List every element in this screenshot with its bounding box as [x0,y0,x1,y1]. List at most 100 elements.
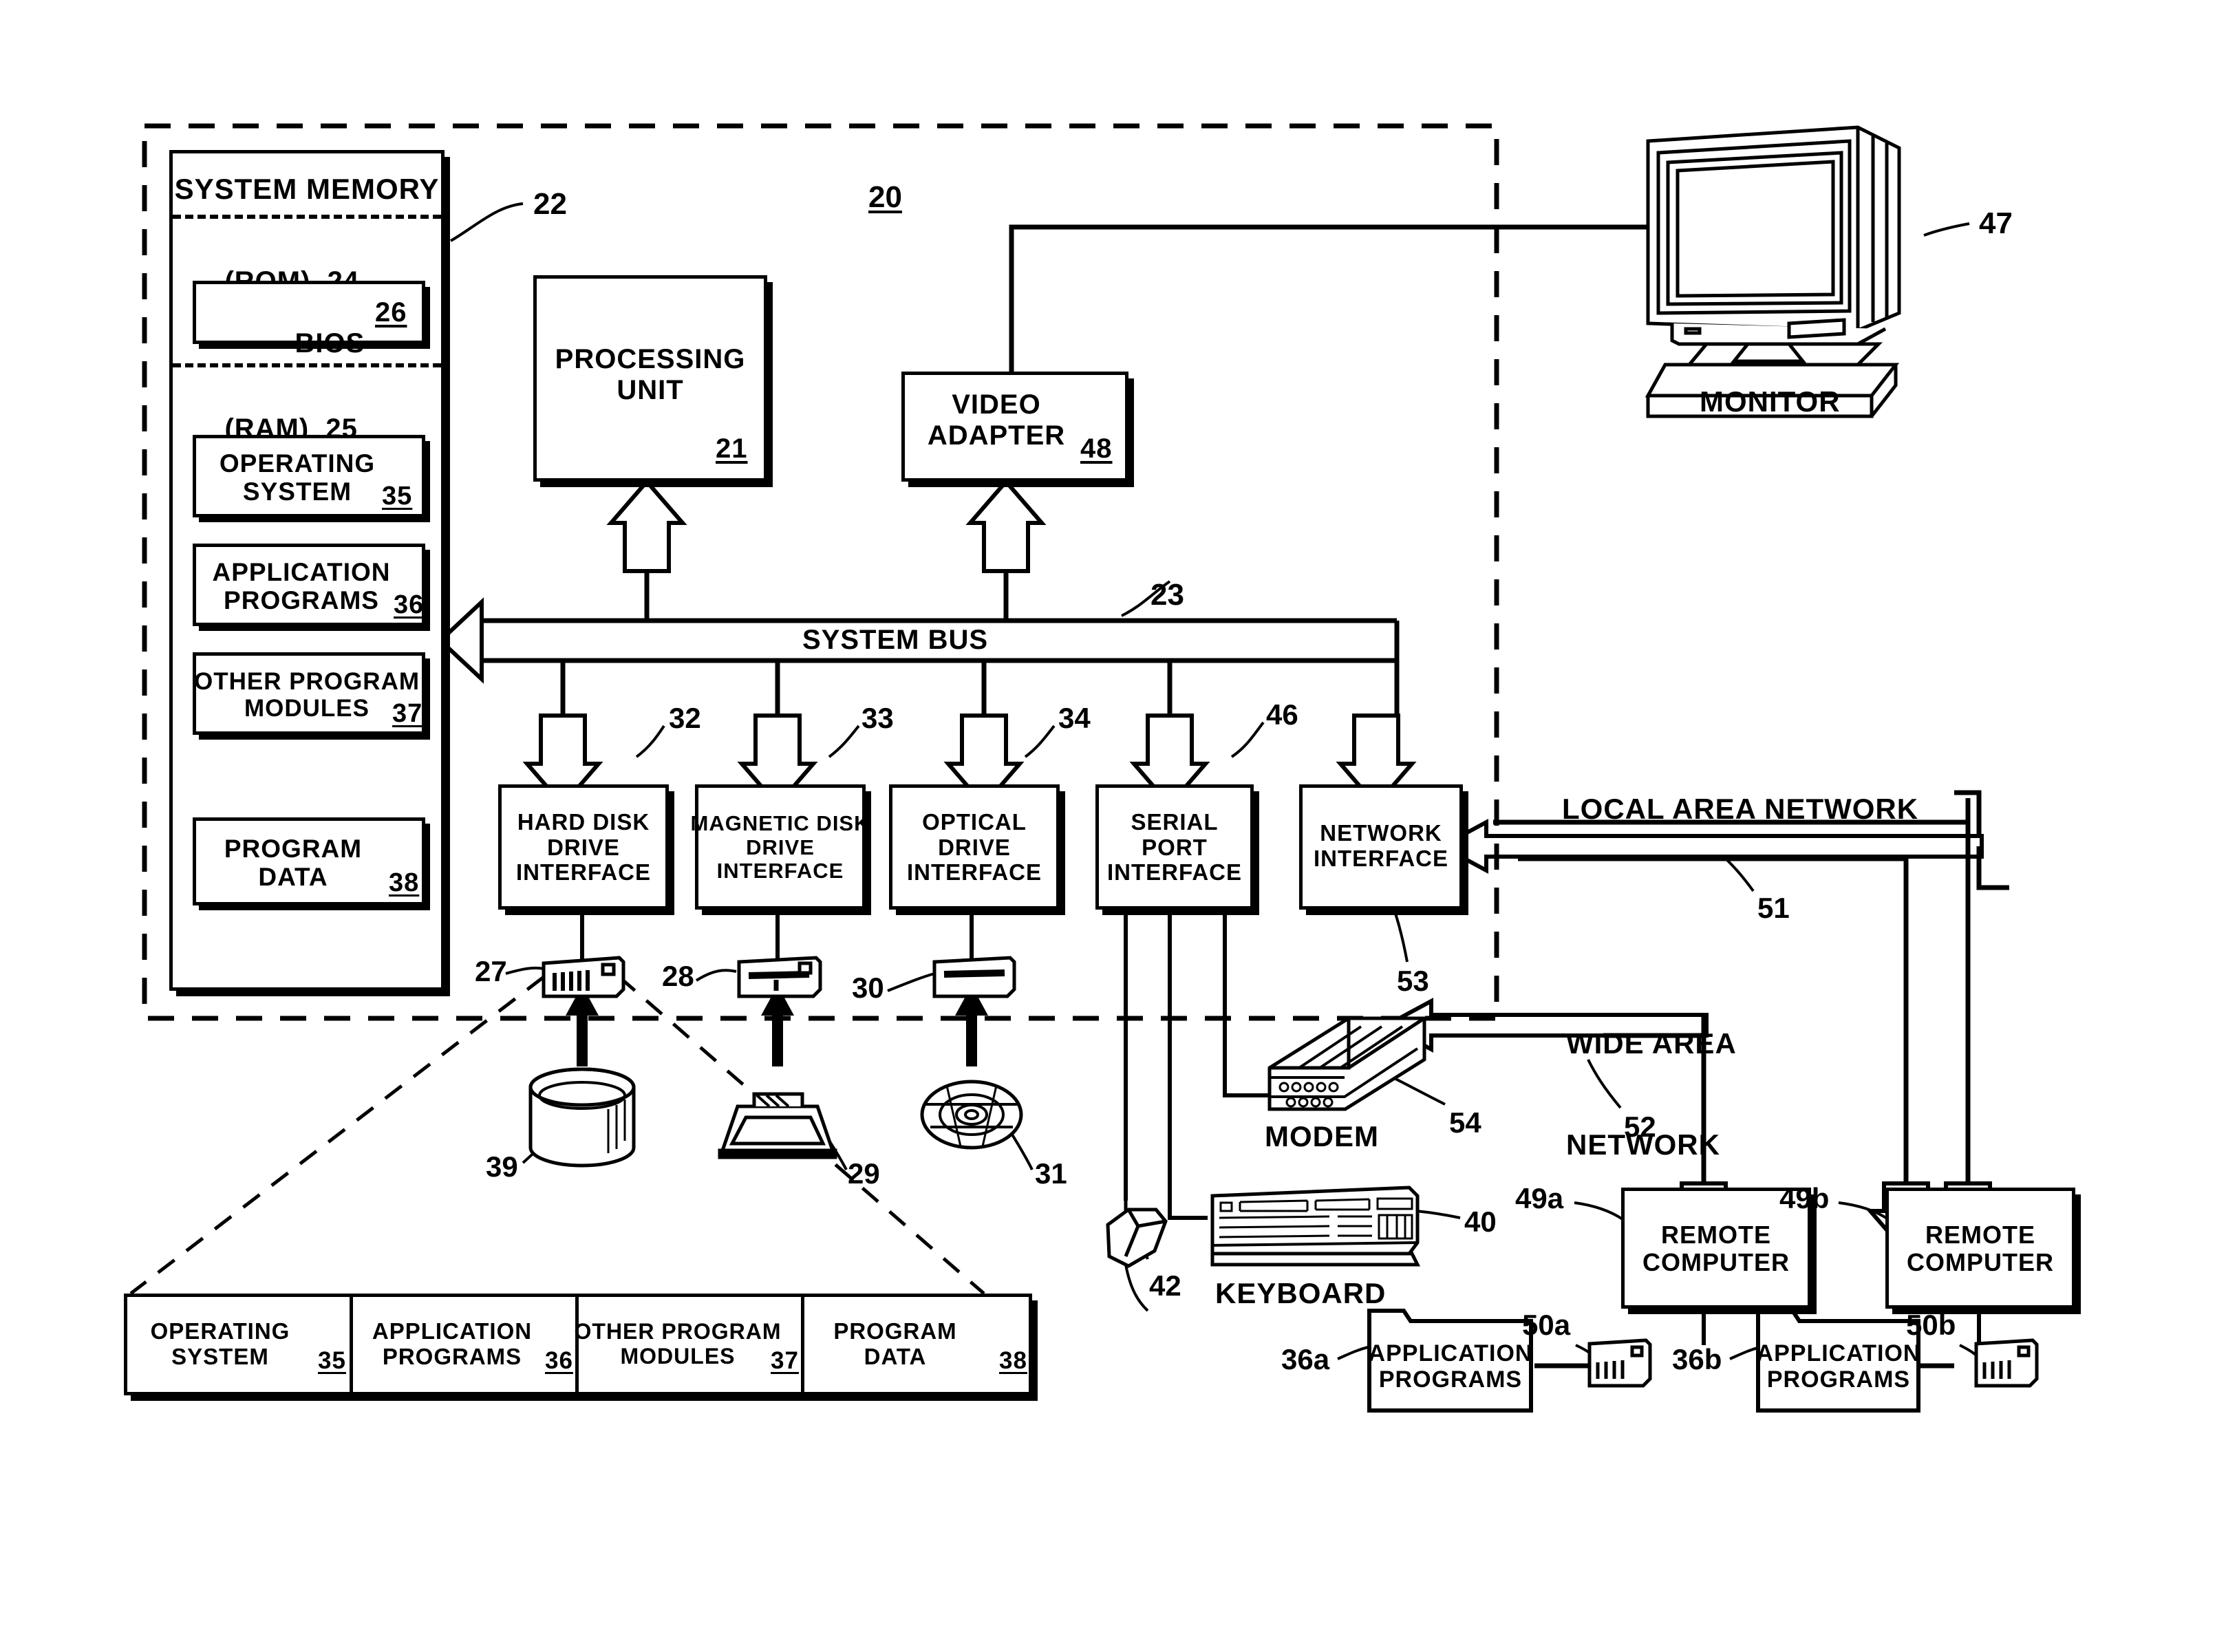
mod-os-l1: OPERATING [219,449,376,478]
strip-cell-apps: APPLICATION PROGRAMS [352,1305,552,1384]
if3-l1: SERIAL [1131,808,1219,835]
rc-a-app-l2: PROGRAMS [1378,1366,1523,1393]
lan-label: LOCAL AREA NETWORK [1562,793,1919,825]
if1-l2: DRIVE [746,835,815,859]
bus-to-memory-arrow [437,597,484,684]
memory-module-apps-label: APPLICATION PROGRAMS [191,550,411,622]
if2-l2: DRIVE [938,834,1011,860]
processing-unit-ref: 21 [716,433,748,464]
odd-media-ref-31: 31 [1035,1157,1067,1190]
remote-computer-a-ref-49a: 49a [1515,1182,1564,1214]
video-l1: VIDEO [952,389,1041,420]
if0-l1: HARD DISK [517,808,650,835]
memory-divider-2 [173,363,441,367]
hard-disk-drive-bay-icon [542,956,625,998]
serial-to-keyboard-line [1168,908,1208,1220]
odd-device-ref-30: 30 [852,972,884,1004]
monitor-illustration [1645,125,1901,418]
mod-dat-l2: DATA [258,863,328,891]
memory-module-data-label: PROGRAM DATA [190,826,396,900]
if4-l1: NETWORK [1320,820,1442,846]
system-ref-20: 20 [868,180,902,214]
fdd-media-ref-29: 29 [848,1157,880,1190]
remote-app-b-ref-36b: 36b [1672,1343,1722,1375]
mod-app-l1: APPLICATION [212,557,391,586]
memory-module-other-label: OTHER PROGRAM MODULES [190,659,424,731]
strip3-l2: DATA [864,1344,927,1369]
memory-module-data-ref: 38 [389,868,420,897]
fdd-device-ref-28: 28 [662,960,694,992]
optical-drive-interface-label: OPTICAL DRIVE INTERFACE [885,791,1064,904]
bios-label: BIOS [261,297,365,389]
monitor-label: MONITOR [1700,385,1841,418]
media-insert-arrows [566,985,988,1066]
strip-cell-other-ref: 37 [771,1347,799,1374]
mod-os-l2: SYSTEM [242,478,352,506]
lan-arrow-into-network-iface [1437,818,1984,875]
strip-cell-os: OPERATING SYSTEM [127,1305,313,1384]
if3-l3: INTERFACE [1106,859,1242,886]
optical-media-icon [920,1080,1023,1150]
network-interface-ref-53: 53 [1397,965,1429,997]
rc-a-l1: REMOTE [1660,1220,1771,1249]
remote-app-b-label: APPLICATION PROGRAMS [1757,1328,1920,1405]
strip-cell-apps-ref: 36 [545,1347,573,1374]
rc-a-app-l1: APPLICATION [1368,1340,1533,1366]
strip-divider-3 [801,1297,804,1392]
if1-l3: INTERFACE [716,859,844,883]
wan-ref-52: 52 [1624,1111,1656,1143]
bios-text: BIOS [295,328,365,358]
storage-expansion-cone [129,976,985,1295]
strip1-l1: APPLICATION [372,1318,533,1344]
strip3-l1: PROGRAM [833,1318,957,1344]
remote-computer-b-label: REMOTE COMPUTER [1885,1211,2075,1287]
floppy-drive-bay-icon [737,956,822,998]
mouse-ref-42: 42 [1149,1269,1181,1302]
patent-figure-canvas: .s{stroke:#000;fill:none;} .w7{stroke-wi… [0,0,2237,1652]
if3-l2: PORT [1142,834,1208,860]
memory-module-os-label: OPERATING SYSTEM [194,442,400,513]
system-bus-label: SYSTEM BUS [798,625,993,656]
processing-unit-label: PROCESSING UNIT [533,337,767,413]
strip-cell-data-ref: 38 [999,1347,1027,1374]
system-bus-ref-23: 23 [1150,578,1184,612]
remote-app-a-label: APPLICATION PROGRAMS [1368,1328,1533,1405]
hdd-device-ref-27: 27 [475,955,507,987]
if0-l3: INTERFACE [515,859,651,886]
magnetic-disk-drive-interface-label: MAGNETIC DISK DRIVE INTERFACE [689,791,871,904]
video-l2: ADAPTER [927,420,1066,451]
mod-oth-l2: MODULES [244,695,370,722]
keyboard-label: KEYBOARD [1215,1277,1387,1309]
lan-route-to-remote-b [1954,790,1982,836]
remote-app-a-ref-36a: 36a [1281,1343,1330,1375]
keyboard-ref-40: 40 [1464,1205,1497,1238]
network-interface-label: NETWORK INTERFACE [1294,798,1468,894]
cpu-l1: PROCESSING [555,344,746,375]
cpu-bus-arrow [606,478,687,573]
if2-l3: INTERFACE [906,859,1042,886]
remote-drive-b-icon [1974,1338,2039,1388]
keyboard-illustration [1210,1186,1421,1267]
modem-label: MODEM [1265,1120,1379,1152]
memory-module-other-ref: 37 [392,699,423,728]
rc-b-app-l2: PROGRAMS [1766,1366,1911,1393]
rc-b-app-l1: APPLICATION [1756,1340,1921,1366]
memory-bus-ref-22: 22 [533,187,567,221]
video-bus-arrow [965,478,1047,573]
memory-divider-1 [173,215,441,219]
mod-dat-l1: PROGRAM [224,834,363,863]
serial-port-interface-label: SERIAL PORT INTERFACE [1090,791,1259,904]
fdd-interface-ref-33: 33 [861,702,894,734]
rc-b-l1: REMOTE [1925,1220,2035,1249]
strip2-l1: OTHER PROGRAM [574,1319,782,1344]
remote-computer-a-label: REMOTE COMPUTER [1621,1211,1811,1287]
bios-ref: 26 [375,297,407,328]
optical-drive-bay-icon [932,956,1016,998]
floppy-media-icon [718,1092,837,1159]
hard-disk-media-icon [528,1067,636,1168]
strip-cell-other: OTHER PROGRAM MODULES [575,1305,781,1384]
memory-module-os-ref: 35 [382,482,413,511]
strip-cell-os-ref: 35 [318,1347,346,1374]
serial-interface-ref-46: 46 [1266,698,1298,731]
system-memory-title: SYSTEM MEMORY [174,173,440,206]
